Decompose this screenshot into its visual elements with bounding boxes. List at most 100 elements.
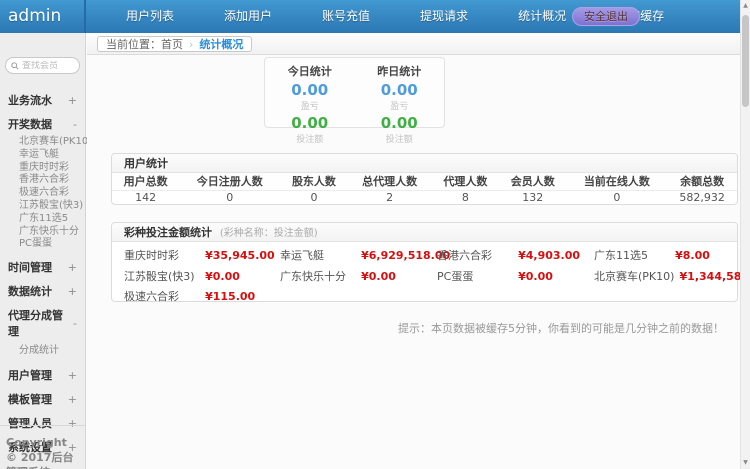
col-members: 会员人数 <box>499 173 566 190</box>
sidebar-subitem-lucky-airship[interactable]: 幸运飞艇 <box>0 149 85 162</box>
sidebar-item-label: 时间管理 <box>8 259 52 275</box>
cache-tip-text: 提示：本页数据被缓存5分钟，你看到的可能是几分钟之前的数据！ <box>398 320 724 336</box>
sidebar-subitem-pc-dandan[interactable]: PC蛋蛋 <box>0 238 85 251</box>
sidebar-item-label: 模板管理 <box>8 391 52 407</box>
table-row: 142 0 0 2 8 132 0 582,932 <box>112 190 737 204</box>
list-item: 北京赛车(PK10) ¥1,344,580.00 <box>594 266 750 287</box>
sidebar-item-data-stats[interactable]: 数据统计 + <box>0 279 85 303</box>
nav-item-add-user[interactable]: 添加用户 <box>208 0 288 33</box>
nav-item-stats-overview[interactable]: 统计概况 <box>502 0 582 33</box>
sidebar-subitem-guangdong-11x5[interactable]: 广东11选5 <box>0 213 85 226</box>
today-profit-value: 0.00 <box>265 81 355 99</box>
sidebar-subitem-chongqing-ssc[interactable]: 重庆时时彩 <box>0 162 85 175</box>
logout-button[interactable]: 安全退出 <box>572 7 640 26</box>
yesterday-stats-title: 昨日统计 <box>355 63 445 79</box>
today-bet-value: 0.00 <box>265 114 355 132</box>
shareholders-value: 0 <box>280 190 347 204</box>
lottery-amount-grid: 重庆时时彩 ¥35,945.00 幸运飞艇 ¥6,929,518.00 香港六合… <box>112 242 737 307</box>
expand-icon: + <box>68 369 77 382</box>
yesterday-stats: 昨日统计 0.00 盈亏 0.00 投注额 <box>355 58 445 127</box>
sidebar-menu: 业务流水 + 开奖数据 - 北京赛车(PK10) 幸运飞艇 重庆时时彩 香港六合… <box>0 88 85 459</box>
sidebar-item-label: 开奖数据 <box>8 116 52 132</box>
sidebar-item-business-flow[interactable]: 业务流水 + <box>0 88 85 112</box>
lottery-name: 极速六合彩 <box>124 288 200 307</box>
sidebar-item-label: 数据统计 <box>8 283 52 299</box>
breadcrumb-label: 当前位置： <box>106 36 161 52</box>
agents-value: 8 <box>432 190 499 204</box>
sidebar-item-agent-commission[interactable]: 代理分成管理 - <box>0 303 85 343</box>
col-total-balance: 余额总数 <box>667 173 737 190</box>
col-agents: 代理人数 <box>432 173 499 190</box>
sidebar-subitem-beijing-pk10[interactable]: 北京赛车(PK10) <box>0 136 85 149</box>
list-item: 极速六合彩 ¥115.00 <box>124 286 280 307</box>
col-online-now: 当前在线人数 <box>566 173 667 190</box>
list-item: 广东快乐十分 ¥0.00 <box>280 266 437 287</box>
list-item: 重庆时时彩 ¥35,945.00 <box>124 245 280 266</box>
vertical-scrollbar[interactable]: ▲ ▼ <box>740 0 750 469</box>
daily-summary-card: 今日统计 0.00 盈亏 0.00 投注额 昨日统计 0.00 盈亏 0.00 … <box>264 57 445 128</box>
collapse-icon: - <box>73 317 77 330</box>
list-item: 幸运飞艇 ¥6,929,518.00 <box>280 245 437 266</box>
sidebar-item-user-management[interactable]: 用户管理 + <box>0 363 85 387</box>
chevron-right-icon: › <box>189 38 193 51</box>
scroll-down-icon[interactable]: ▼ <box>741 457 750 469</box>
breadcrumb-bar: 当前位置： 首页 › 统计概况 <box>87 33 740 55</box>
scroll-up-icon[interactable]: ▲ <box>741 0 750 12</box>
lottery-name: 重庆时时彩 <box>124 247 200 266</box>
app-logo: admin <box>0 0 86 33</box>
sidebar-subitem-hk-mark6[interactable]: 香港六合彩 <box>0 174 85 187</box>
top-navbar: admin 用户列表 添加用户 账号充值 提现请求 统计概况 清空缓存 安全退出 <box>0 0 740 33</box>
sidebar-item-template-management[interactable]: 模板管理 + <box>0 387 85 411</box>
member-search-box[interactable] <box>5 57 80 74</box>
breadcrumb: 当前位置： 首页 › 统计概况 <box>97 36 252 52</box>
lottery-amount: ¥35,945.00 <box>205 249 275 262</box>
lottery-stats-title-text: 彩种投注金额统计 <box>124 226 212 239</box>
sidebar-item-time-management[interactable]: 时间管理 + <box>0 255 85 279</box>
copyright-text: Copyright © 2017后台管理系统 <box>0 425 85 469</box>
yesterday-bet-value: 0.00 <box>355 114 445 132</box>
draw-data-submenu: 北京赛车(PK10) 幸运飞艇 重庆时时彩 香港六合彩 极速六合彩 江苏骰宝(快… <box>0 136 85 255</box>
breadcrumb-current: 统计概况 <box>199 36 243 52</box>
sidebar-subitem-jiangsu-k3[interactable]: 江苏骰宝(快3) <box>0 200 85 213</box>
lottery-name: 广东11选5 <box>594 247 670 266</box>
user-stats-panel: 用户统计 用户总数 今日注册人数 股东人数 总代理人数 代理人数 会员人数 当前… <box>111 153 738 205</box>
lottery-name: 江苏骰宝(快3) <box>124 268 200 287</box>
lottery-amount: ¥0.00 <box>361 270 396 283</box>
col-today-registered: 今日注册人数 <box>179 173 280 190</box>
sidebar-subitem-guangdong-klsf[interactable]: 广东快乐十分 <box>0 226 85 239</box>
yesterday-profit-label: 盈亏 <box>355 99 445 112</box>
col-total-users: 用户总数 <box>112 173 179 190</box>
expand-icon: + <box>68 261 77 274</box>
sidebar-subitem-commission-stats[interactable]: 分成统计 <box>0 343 85 359</box>
lottery-amount: ¥115.00 <box>205 290 255 303</box>
sidebar-item-label: 代理分成管理 <box>8 307 73 339</box>
expand-icon: + <box>68 393 77 406</box>
expand-icon: + <box>68 94 77 107</box>
col-shareholders: 股东人数 <box>280 173 347 190</box>
yesterday-bet-label: 投注额 <box>355 132 445 145</box>
today-stats-title: 今日统计 <box>265 63 355 79</box>
today-registered-value: 0 <box>179 190 280 204</box>
collapse-icon: - <box>73 118 77 131</box>
lottery-name: 香港六合彩 <box>437 247 513 266</box>
sidebar-item-draw-data[interactable]: 开奖数据 - <box>0 112 85 136</box>
nav-item-user-list[interactable]: 用户列表 <box>110 0 190 33</box>
lottery-amount: ¥0.00 <box>205 270 240 283</box>
sidebar-subitem-speed-mark6[interactable]: 极速六合彩 <box>0 187 85 200</box>
lottery-stats-subtitle: (彩种名称：投注金额) <box>220 228 318 239</box>
lottery-amount: ¥4,903.00 <box>518 249 580 262</box>
user-stats-table: 用户总数 今日注册人数 股东人数 总代理人数 代理人数 会员人数 当前在线人数 … <box>112 173 737 204</box>
nav-item-withdraw-requests[interactable]: 提现请求 <box>404 0 484 33</box>
lottery-name: 广东快乐十分 <box>280 268 356 287</box>
scrollbar-thumb[interactable] <box>742 15 749 107</box>
list-item: 香港六合彩 ¥4,903.00 <box>437 245 594 266</box>
nav-item-account-recharge[interactable]: 账号充值 <box>306 0 386 33</box>
col-general-agents: 总代理人数 <box>348 173 432 190</box>
breadcrumb-home-link[interactable]: 首页 <box>161 36 183 52</box>
sidebar: 业务流水 + 开奖数据 - 北京赛车(PK10) 幸运飞艇 重庆时时彩 香港六合… <box>0 33 86 469</box>
today-profit-label: 盈亏 <box>265 99 355 112</box>
search-input[interactable] <box>22 61 78 71</box>
general-agents-value: 2 <box>348 190 432 204</box>
online-now-value: 0 <box>566 190 667 204</box>
total-users-value: 142 <box>112 190 179 204</box>
